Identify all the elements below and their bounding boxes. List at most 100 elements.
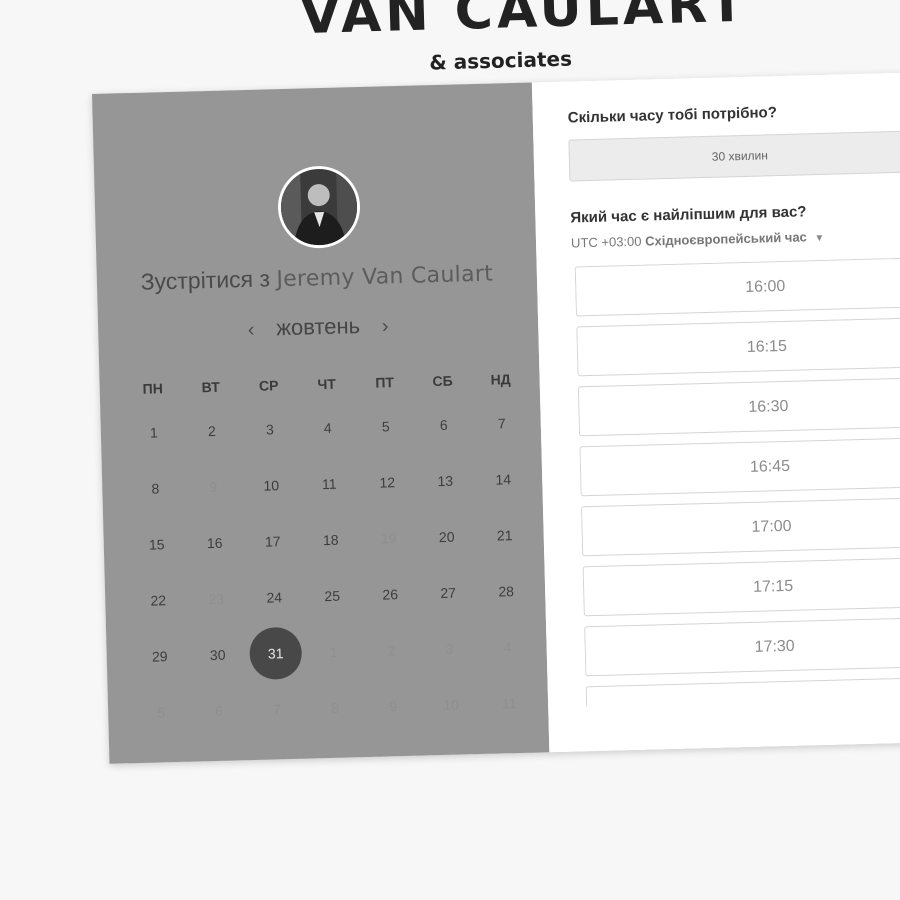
calendar-day-number: 10 [263,477,280,494]
calendar-day: 5 [132,686,191,740]
booking-panel: Скільки часу тобі потрібно? 30 хвилин Як… [531,72,900,753]
calendar-day[interactable]: 5 [356,400,415,454]
calendar-day-number: 2 [387,642,396,659]
calendar-day[interactable]: 14 [474,453,533,507]
calendar-day[interactable]: 13 [416,454,475,508]
calendar-day: 2 [362,624,421,678]
calendar-day[interactable]: 11 [300,457,359,511]
calendar-day: 3 [420,622,479,676]
calendar-day-number: 20 [438,528,455,546]
calendar-day[interactable]: 24 [245,571,304,625]
calendar-day-number: 21 [496,527,513,544]
calendar-day: 1 [304,625,363,679]
calendar-grid: ПН ВТ СР ЧТ ПТ СБ НД 1 2 3 4 5 6 7 8 9 10 11 12 13 14 15 16 17 1… [123,363,538,742]
calendar-day-number: 6 [215,702,224,719]
calendar-day-number: 10 [443,696,460,714]
calendar-day-number: 9 [209,478,218,496]
time-slot-button[interactable]: 16:00 [574,256,900,317]
calendar-day[interactable]: 10 [242,459,301,513]
booking-page: VAN CAULART & associates Зустрітися з Je… [0,0,900,900]
calendar-day[interactable]: 21 [475,509,534,563]
month-label: жовтень [275,313,361,341]
calendar-day-number: 14 [495,471,512,488]
calendar-day[interactable]: 22 [129,574,188,628]
calendar-day: 10 [421,678,480,732]
calendar-day-number: 5 [157,704,166,721]
calendar-day[interactable]: 29 [130,630,189,684]
calendar-day-number: 18 [322,531,339,549]
calendar-day[interactable]: 17 [243,515,302,569]
weekday-label: ПТ [375,374,395,391]
calendar-day[interactable]: 6 [414,398,473,452]
calendar-day[interactable]: 8 [126,462,185,516]
calendar-day-number: 12 [379,474,396,491]
time-slot-button[interactable]: 17:00 [580,496,900,557]
calendar-day[interactable]: 20 [417,510,476,564]
duration-select[interactable]: 30 хвилин [568,130,900,182]
chevron-left-icon[interactable]: ‹ [236,319,267,343]
calendar-day-number: 9 [389,698,398,715]
calendar-day: 4 [478,621,537,675]
calendar-day: 11 [479,677,538,731]
calendar-day[interactable]: 18 [301,513,360,567]
calendar-day-number: 19 [380,530,397,547]
time-slot-button[interactable]: 16:15 [576,316,900,377]
calendar-day-number: 4 [503,639,512,656]
calendar-day[interactable]: 7 [472,397,531,451]
calendar-day[interactable]: 16 [185,516,244,570]
calendar-day-number: 5 [381,418,390,435]
calendar-day-number: 28 [498,583,515,600]
calendar-day[interactable]: 4 [298,401,357,455]
calendar-day[interactable]: 30 [188,628,247,682]
calendar-day-number: 8 [151,480,160,497]
calendar-day-number: 30 [209,646,226,664]
calendar-day-number: 4 [323,419,332,437]
time-slot-button[interactable]: 16:30 [577,376,900,437]
calendar-day-number: 27 [440,584,457,602]
calendar-day-number: 13 [437,472,454,490]
calendar-day-selected[interactable]: 31 [246,626,305,681]
brand-logo-subtitle: & associates [428,46,573,75]
calendar-day[interactable]: 3 [240,403,299,457]
calendar-day-number: 31 [249,626,303,681]
calendar-day-number: 1 [149,424,158,441]
time-question: Який час є найліпшим для вас? [570,203,807,227]
calendar-day[interactable]: 1 [124,406,183,460]
calendar-day-number: 8 [331,699,340,716]
calendar-day[interactable]: 26 [361,568,420,622]
calendar-day[interactable]: 12 [358,456,417,510]
duration-question: Скільки часу тобі потрібно? [567,104,778,127]
calendar-day[interactable]: 28 [476,565,535,619]
calendar-day: 8 [305,681,364,735]
scheduler-card: Зустрітися з Jeremy Van Caulart ‹ жовтен… [92,72,900,764]
caret-down-icon: ▼ [814,232,825,245]
time-slot-button[interactable]: 17:15 [582,556,900,617]
calendar-day-number: 2 [207,422,216,440]
weekday-label: ПН [142,380,164,397]
host-avatar [276,165,362,250]
time-slot-button[interactable]: 17:30 [584,616,900,677]
calendar-day: 6 [190,684,249,738]
calendar-day[interactable]: 27 [419,566,478,620]
calendar-day-number: 11 [501,695,517,712]
month-navigation: ‹ жовтень › [98,308,539,346]
calendar-day: 9 [184,460,243,514]
calendar-day-number: 17 [264,533,281,550]
timezone-select[interactable]: UTC +03:00 Східноєвропейський час ▼ [571,229,825,250]
time-slot-button[interactable]: 16:45 [579,436,900,497]
calendar-day-number: 24 [266,589,283,606]
weekday-label: ВТ [201,378,220,396]
calendar-day-number: 3 [265,421,274,438]
chevron-right-icon[interactable]: › [370,315,401,339]
calendar-day-number: 7 [497,415,506,432]
calendar-day[interactable]: 15 [127,518,186,572]
time-slot-button[interactable] [585,676,900,707]
calendar-day[interactable]: 2 [182,404,241,458]
meet-heading: Зустрітися з Jeremy Van Caulart [97,258,538,297]
calendar-day[interactable]: 25 [303,569,362,623]
brand-logo-title: VAN CAULART [299,0,750,47]
time-slot-list: 16:00 16:15 16:30 16:45 17:00 17:15 17:30 [574,256,900,707]
weekday-label: СР [258,377,279,394]
calendar-day-number: 3 [445,640,454,657]
calendar-day-number: 25 [324,587,341,605]
